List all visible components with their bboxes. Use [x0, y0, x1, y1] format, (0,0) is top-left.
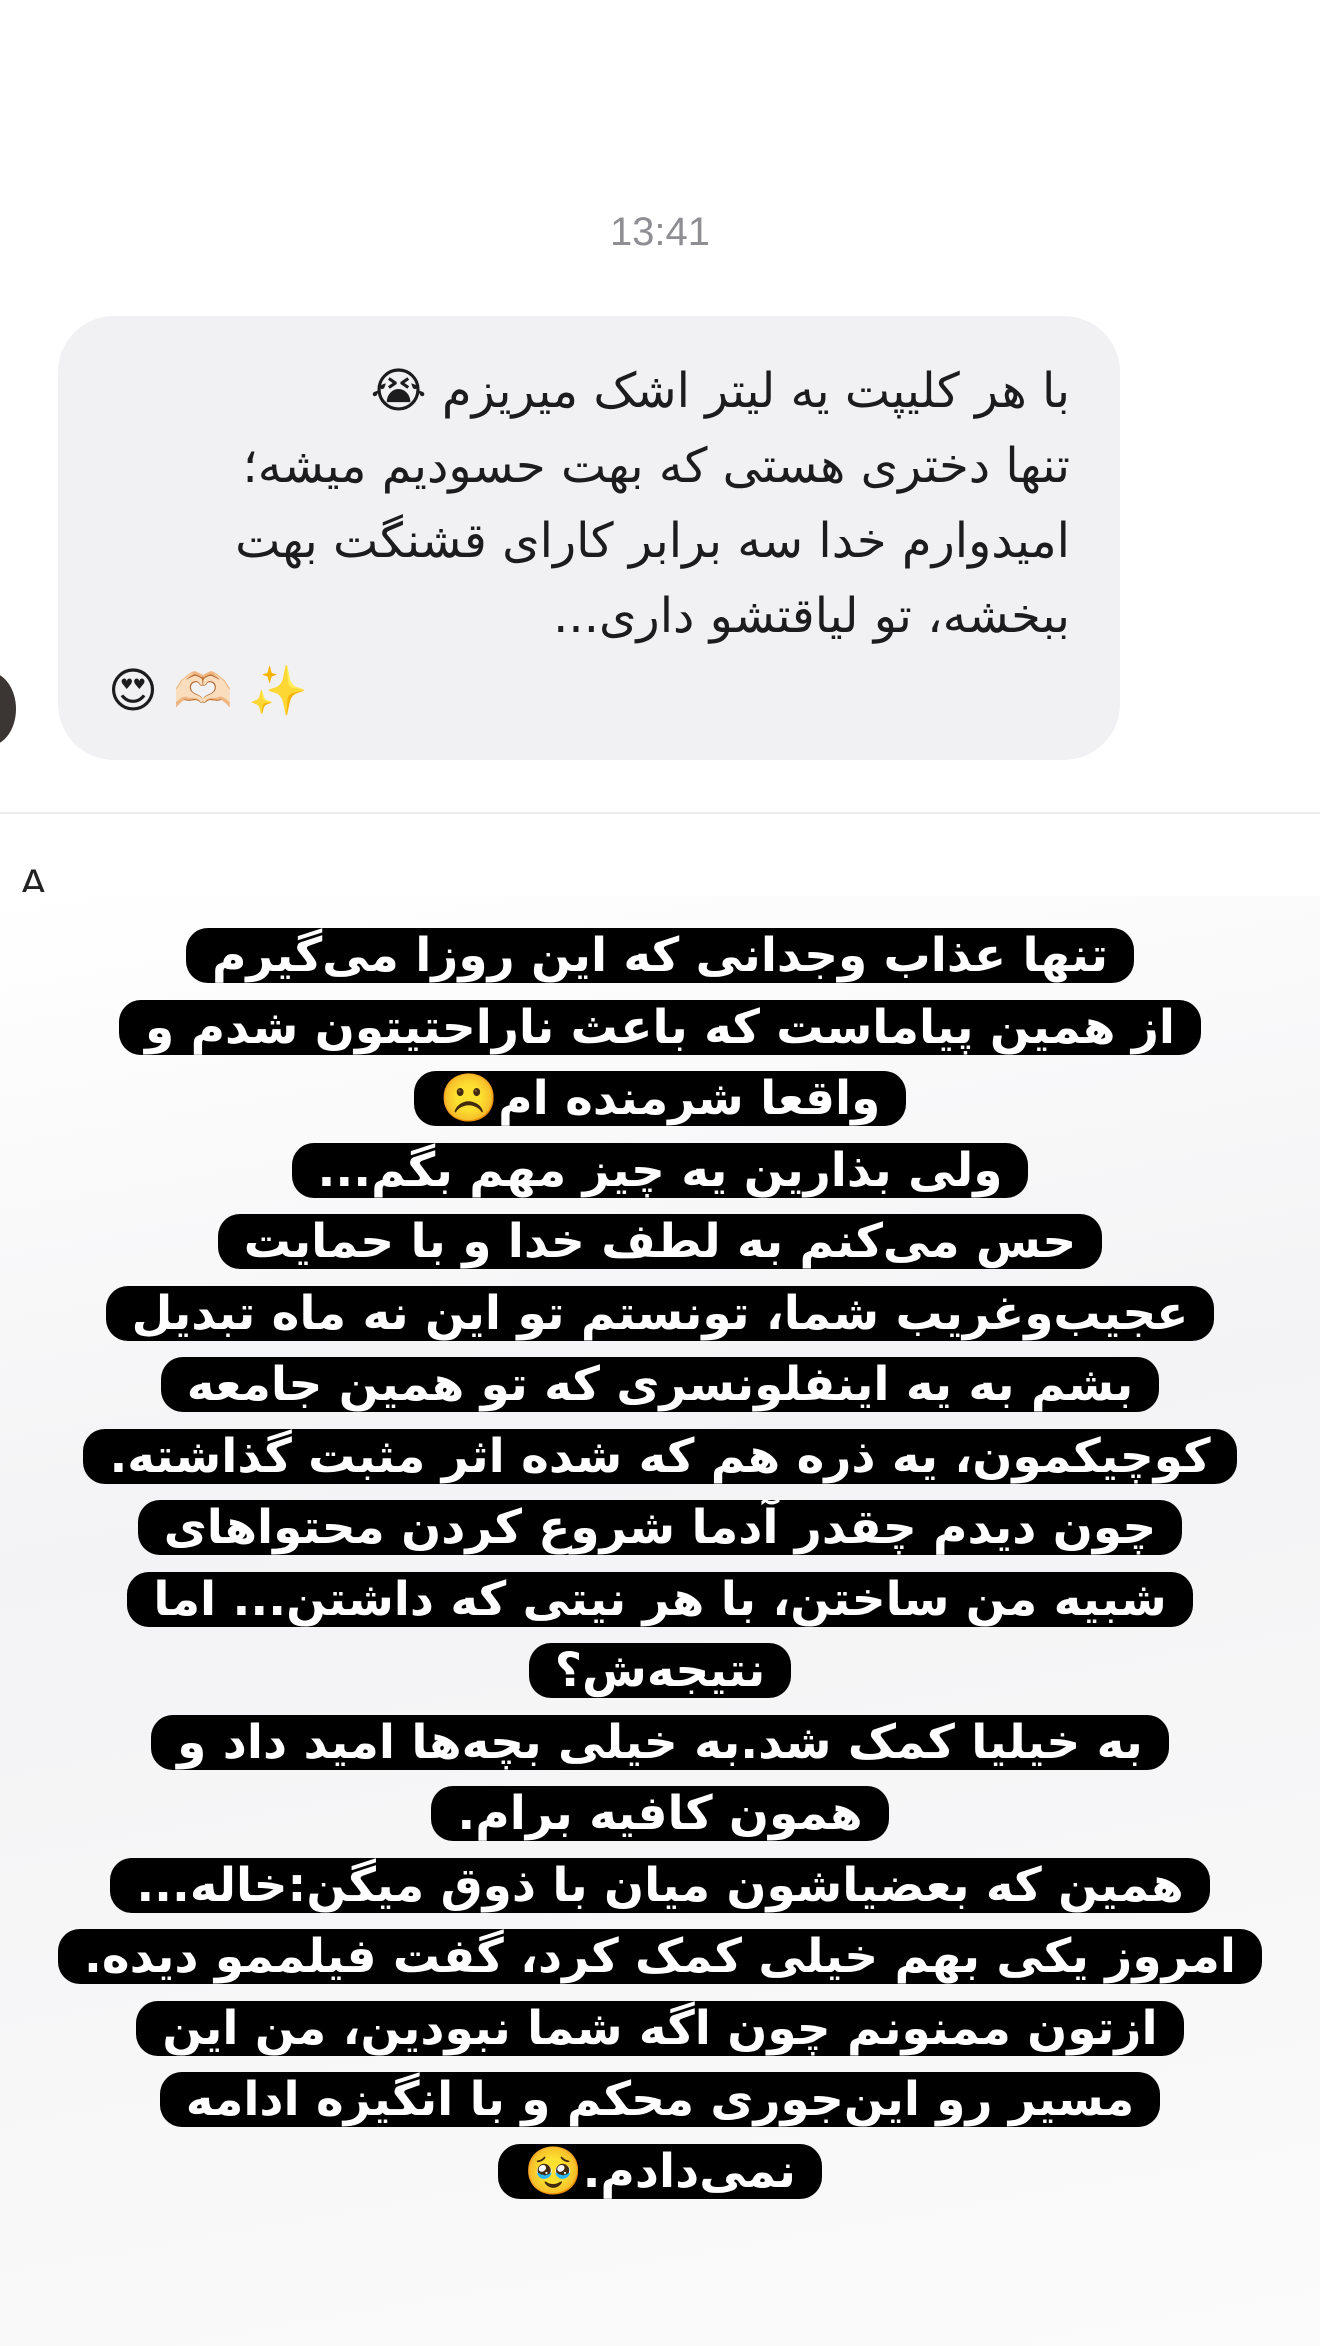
caption-line: به خیلیا کمک شد.به خیلی بچه‌ها امید داد …	[0, 1707, 1320, 1779]
caption-line: کوچیکمون، یه ذره هم که شده اثر مثبت گذاش…	[0, 1421, 1320, 1493]
caption-line: تنها عذاب وجدانی که این روزا می‌گیرم	[0, 920, 1320, 992]
story-screenshot: تنها عذاب وجدانی که این روزا می‌گیرم از …	[0, 896, 1320, 2346]
message-line: امیدوارم خدا سه برابر کارای قشنگت بهت	[235, 513, 1070, 569]
message-timestamp: 13:41	[609, 210, 711, 254]
message-emoji-line: 😍 🫶🏻 ✨	[108, 663, 309, 719]
sender-avatar[interactable]	[0, 672, 16, 746]
caption-line: از همین پیاماست که باعث ناراحتیتون شدم و	[0, 992, 1320, 1064]
message-line: ببخشه، تو لیاقتشو داری...	[553, 588, 1070, 644]
caption-line: واقعا شرمنده ام☹️	[0, 1063, 1320, 1135]
caption-line: ازتون ممنونم چون اگه شما نبودین، من این	[0, 1993, 1320, 2065]
caption-line: ولی بذارین یه چیز مهم بگم...	[0, 1135, 1320, 1207]
caption-line: بشم به یه اینفلونسری که تو همین جامعه	[0, 1349, 1320, 1421]
caption-line: مسیر رو این‌جوری محکم و با انگیزه ادامه	[0, 2064, 1320, 2136]
caption-line: حس می‌کنم به لطف خدا و با حمایت	[0, 1206, 1320, 1278]
message-bubble[interactable]: با هر کلیپت یه لیتر اشک میریزم 😭 تنها دخ…	[58, 316, 1120, 760]
caption-line: نمی‌دادم.🥹	[0, 2136, 1320, 2208]
caption-line: همون کافیه برام.	[0, 1778, 1320, 1850]
caption-line: عجیب‌وغریب شما، تونستم تو این نه ماه تبد…	[0, 1278, 1320, 1350]
message-line: با هر کلیپت یه لیتر اشک میریزم 😭	[370, 363, 1070, 419]
caption-line: چون دیدم چقدر آدما شروع کردن محتواهای	[0, 1492, 1320, 1564]
partial-label: A	[20, 862, 47, 892]
message-line: تنها دختری هستی که بهت حسودیم میشه؛	[242, 438, 1070, 494]
caption-line: همین که بعضیاشون میان با ذوق میگن:خاله..…	[0, 1850, 1320, 1922]
caption-line: امروز یکی بهم خیلی کمک کرد، گفت فیلممو د…	[0, 1921, 1320, 1993]
caption-line: نتیجه‌ش؟	[0, 1635, 1320, 1707]
caption-line: شبیه من ساختن، با هر نیتی که داشتن... ام…	[0, 1564, 1320, 1636]
divider	[0, 812, 1320, 814]
story-caption: تنها عذاب وجدانی که این روزا می‌گیرم از …	[0, 920, 1320, 2207]
chat-area: 13:41 با هر کلیپت یه لیتر اشک میریزم 😭 ت…	[0, 0, 1320, 812]
